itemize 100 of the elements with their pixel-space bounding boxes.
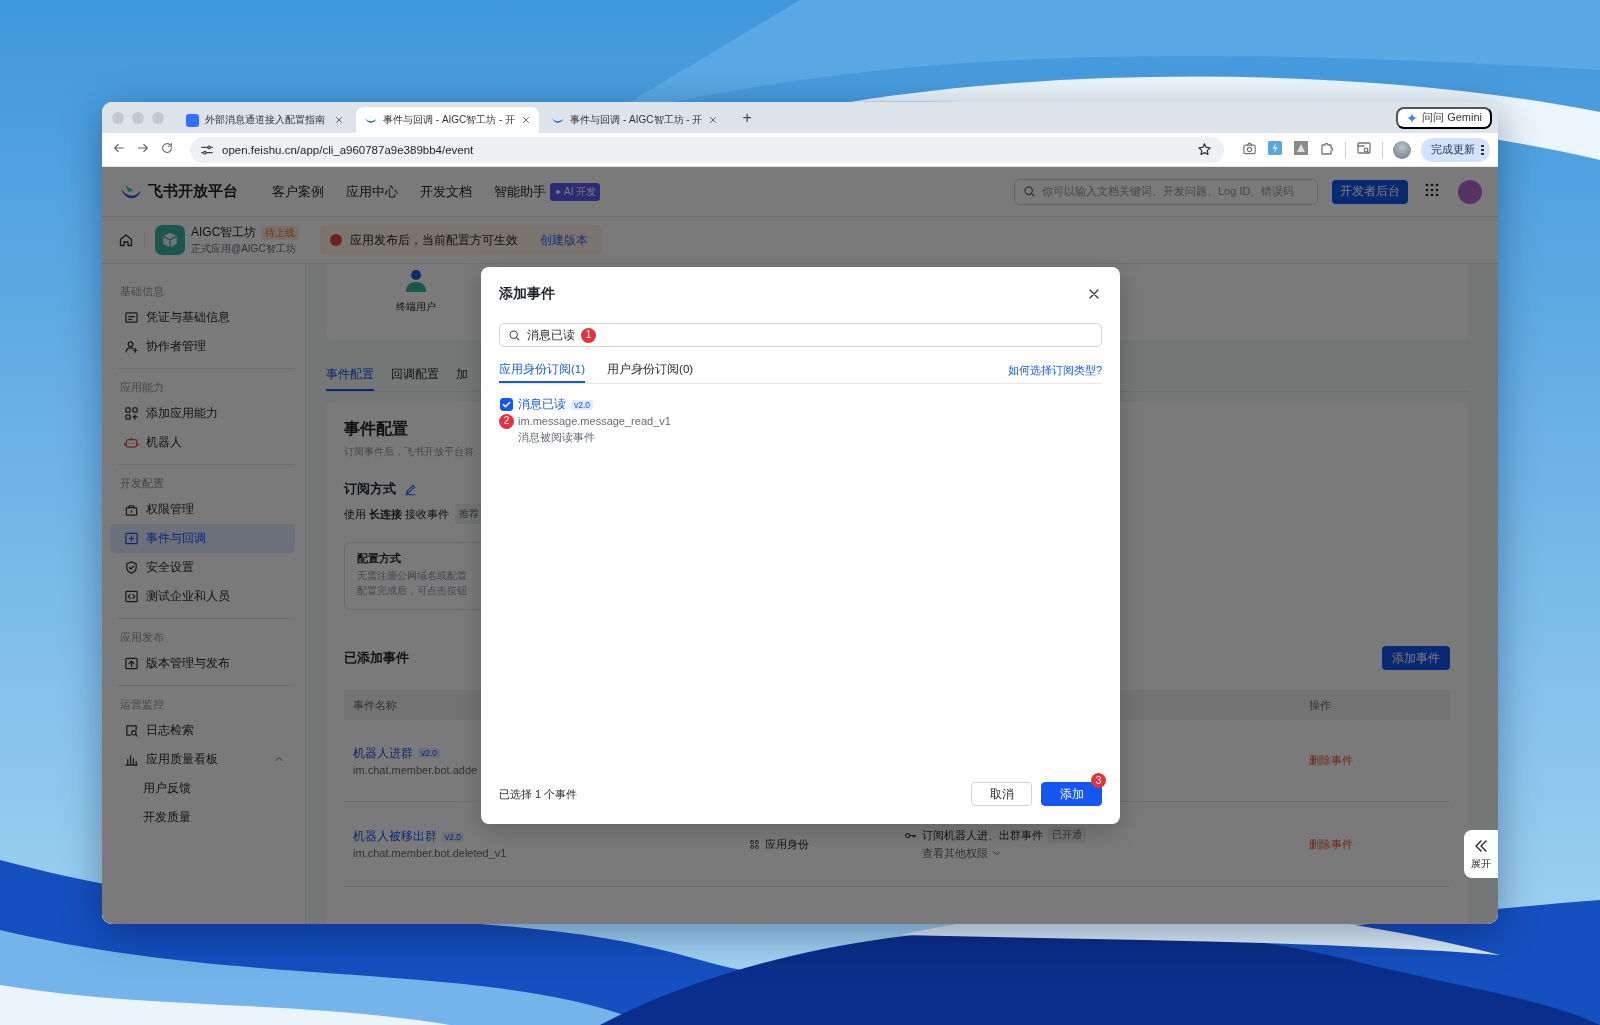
address-bar[interactable]: open.feishu.cn/app/cli_a960787a9e389bb4/event: [190, 136, 1224, 163]
grid-plus-icon: [124, 406, 139, 421]
subscription-text: 使用 长连接 接收事件: [344, 507, 449, 522]
console-button[interactable]: 开发者后台: [1332, 179, 1408, 204]
delete-event-link[interactable]: 删除事件: [1309, 836, 1450, 852]
expand-button[interactable]: 展开: [1464, 830, 1498, 878]
nav-link[interactable]: 开发文档: [420, 182, 472, 201]
reload-icon[interactable]: [160, 141, 174, 155]
document-search-icon: [124, 723, 139, 738]
sparkle-icon: [1406, 111, 1419, 124]
browser-tab[interactable]: 事件与回调 - AIGC智工坊 - 开: [356, 107, 540, 133]
section-title: 事件配置: [344, 419, 408, 439]
update-button[interactable]: 完成更新: [1421, 137, 1490, 162]
identity-text: 应用身份: [765, 836, 809, 852]
subsection-title: 订阅方式: [344, 480, 396, 498]
sidebar-item[interactable]: 凭证与基础信息: [110, 303, 295, 332]
subsection-title: 已添加事件: [344, 649, 409, 667]
id-card-icon: [124, 310, 139, 325]
app-icon: [186, 113, 199, 127]
version-tag: v2.0: [571, 399, 594, 410]
apps-grid-icon[interactable]: [1424, 182, 1440, 198]
sidebar-item[interactable]: 用户反馈: [110, 774, 295, 803]
code-box-icon: [124, 589, 139, 604]
notice-text: 应用发布后，当前配置方可生效: [350, 232, 519, 248]
version-tag: v2.0: [418, 748, 441, 758]
search-icon: [1023, 185, 1036, 198]
event-name-link[interactable]: 机器人进群: [353, 745, 413, 761]
version-tag: v2.0: [442, 831, 465, 842]
image-icon[interactable]: [1293, 140, 1309, 156]
lightning-icon[interactable]: [1267, 140, 1283, 156]
new-tab-button[interactable]: +: [738, 108, 756, 127]
create-version-link[interactable]: 创建版本: [540, 232, 589, 248]
tab-search-icon[interactable]: [1356, 140, 1372, 156]
help-link[interactable]: 如何选择订阅类型?: [1007, 357, 1102, 383]
event-code: im.chat.member.bot.adde: [353, 763, 479, 776]
lock-icon: [124, 502, 139, 517]
delete-event-link[interactable]: 删除事件: [1309, 753, 1450, 768]
app-icon: [155, 225, 185, 255]
sidebar-item[interactable]: 版本管理与发布: [110, 649, 295, 678]
gemini-button[interactable]: 问问 Gemini: [1396, 106, 1492, 129]
app-subtitle: 正式应用@AIGC智工坊: [191, 242, 297, 256]
more-icon[interactable]: [1481, 144, 1484, 155]
column-header: 事件名称: [353, 697, 397, 713]
alert-icon: [330, 234, 343, 246]
browser-tab[interactable]: 事件与回调 - AIGC智工坊 - 开: [543, 107, 727, 133]
sidebar-item[interactable]: 机器人: [110, 428, 295, 457]
forward-icon[interactable]: [136, 141, 150, 155]
nav-link[interactable]: 智能助手 AI 开发: [494, 182, 601, 201]
user-icon: [404, 268, 428, 292]
selection-count: 已选择 1 个事件: [499, 786, 578, 802]
sidebar-item[interactable]: 日志检索: [110, 716, 295, 745]
sidebar-item[interactable]: 事件与回调: [110, 524, 295, 553]
puzzle-icon[interactable]: [1319, 140, 1335, 156]
ai-badge: AI 开发: [550, 182, 601, 201]
tab[interactable]: 事件配置: [326, 360, 374, 391]
recommended-tag: 推荐: [454, 504, 483, 524]
sidebar-item[interactable]: 安全设置: [110, 553, 295, 582]
user-avatar[interactable]: [1458, 179, 1482, 204]
cancel-button[interactable]: 取消: [971, 782, 1032, 806]
sidebar-item[interactable]: 协作者管理: [110, 332, 295, 361]
bar-chart-icon: [124, 752, 139, 767]
tab[interactable]: 用户身份订阅(0): [607, 357, 694, 383]
grid-icon: [749, 838, 760, 850]
back-icon[interactable]: [112, 141, 126, 155]
diagram-label: 终端用户: [396, 300, 436, 314]
search-icon: [508, 328, 521, 342]
close-icon[interactable]: [521, 115, 532, 125]
checkbox[interactable]: [500, 398, 513, 411]
sidebar-item[interactable]: 添加应用能力: [110, 399, 295, 428]
user-plus-icon: [124, 339, 139, 354]
nav-link[interactable]: 应用中心: [346, 182, 398, 201]
tab[interactable]: 应用身份订阅(1): [499, 357, 586, 383]
home-icon[interactable]: [118, 232, 134, 248]
event-name-link[interactable]: 机器人被移出群: [353, 829, 437, 844]
step-badge: 1: [581, 327, 596, 343]
dialog-title: 添加事件: [499, 285, 555, 303]
camera-icon[interactable]: [1242, 140, 1257, 156]
search-field[interactable]: 消息已读 1: [499, 323, 1102, 347]
permission-text: 订阅机器人进、出群事件: [922, 827, 1043, 843]
sidebar-item[interactable]: 测试企业和人员: [110, 582, 295, 611]
card-title: 配置方式: [357, 551, 402, 566]
step-badge: 3: [1091, 773, 1106, 788]
browser-tab[interactable]: 外部消息通道接入配置指南: [178, 107, 352, 133]
pencil-icon[interactable]: [404, 482, 417, 496]
tab[interactable]: 回调配置: [391, 360, 439, 391]
site-logo[interactable]: 飞书开放平台: [148, 182, 238, 201]
event-name: 消息已读: [518, 397, 566, 412]
sparkle-icon: [554, 187, 562, 196]
star-icon[interactable]: [1197, 142, 1212, 157]
sidebar-item[interactable]: 权限管理: [110, 495, 295, 524]
event-code: im.message.message_read_v1: [518, 414, 671, 429]
app-name: AIGC智工坊: [191, 224, 257, 241]
tab[interactable]: 加: [456, 360, 468, 391]
add-event-button[interactable]: 添加事件: [1382, 646, 1450, 670]
profile-avatar[interactable]: [1393, 140, 1411, 159]
sidebar-item[interactable]: 应用质量看板: [110, 745, 295, 774]
sidebar-item[interactable]: 开发质量: [110, 803, 295, 832]
nav-link[interactable]: 客户案例: [272, 182, 324, 201]
more-permissions-link[interactable]: 查看其他权限: [922, 846, 1300, 861]
step-badge: 2: [499, 413, 514, 429]
